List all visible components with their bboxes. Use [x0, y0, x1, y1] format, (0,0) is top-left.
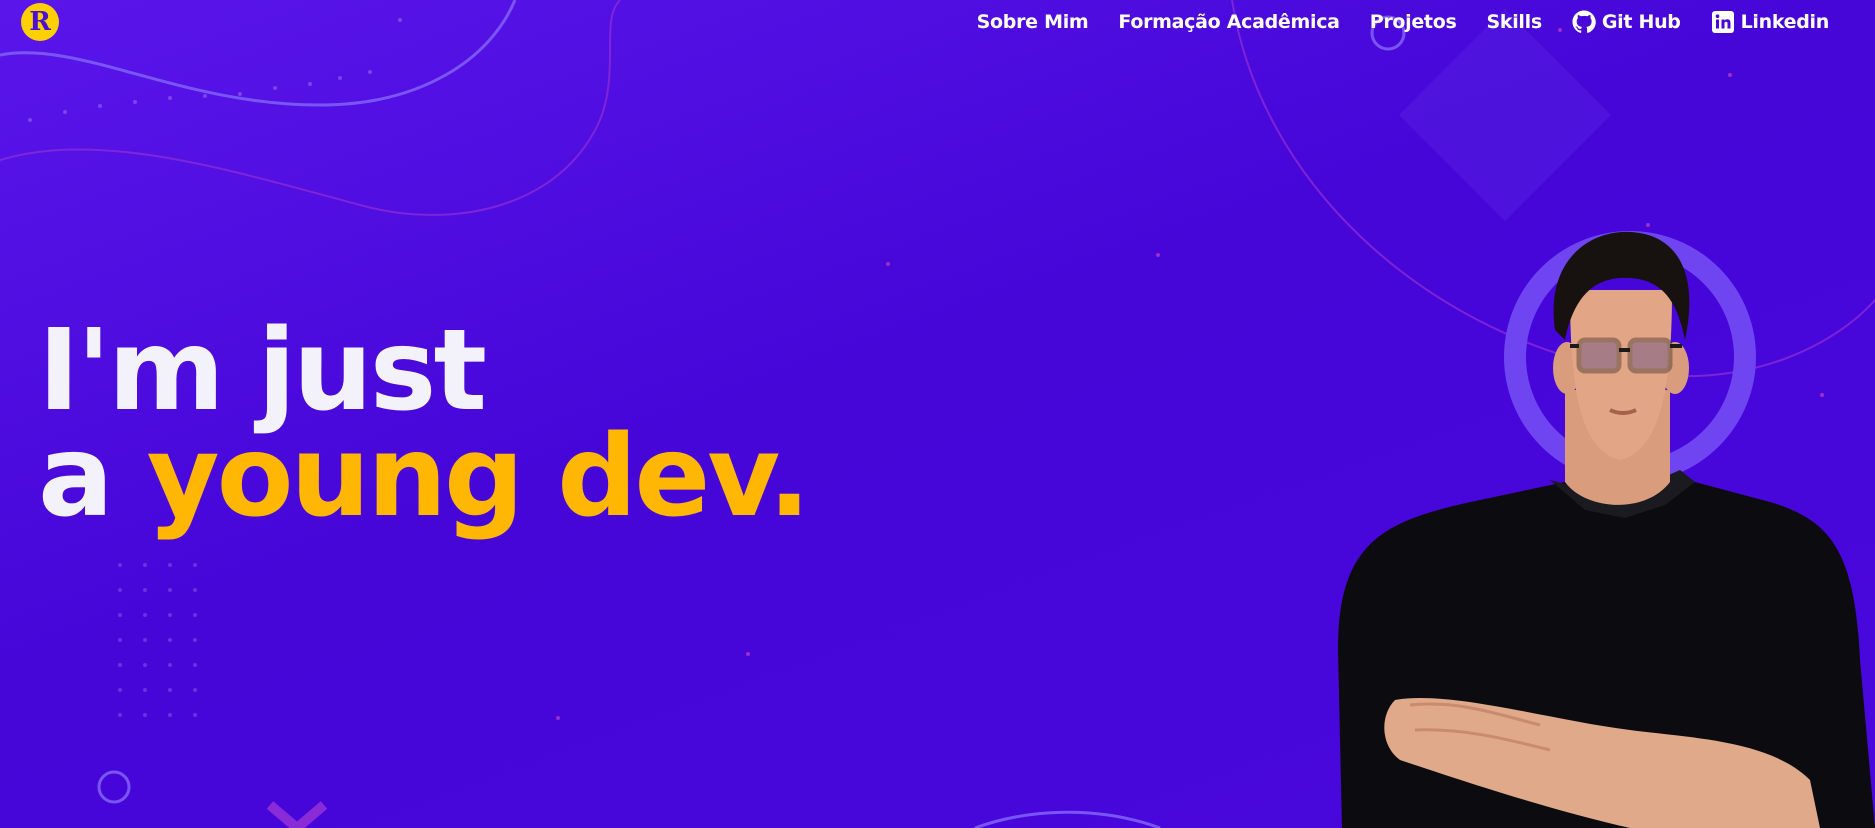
- github-icon: [1572, 10, 1596, 33]
- profile-photo: [1338, 231, 1875, 828]
- nav-link-formacao-academica[interactable]: Formação Acadêmica: [1118, 11, 1340, 33]
- site-logo[interactable]: R: [21, 3, 59, 41]
- nav-label: Sobre Mim: [976, 11, 1089, 33]
- hero-highlight: young dev.: [146, 412, 811, 542]
- nav-link-skills[interactable]: Skills: [1486, 11, 1542, 33]
- nav-link-sobre-mim[interactable]: Sobre Mim: [977, 11, 1089, 33]
- nav-label: Projetos: [1369, 11, 1457, 33]
- nav-label: Skills: [1486, 11, 1542, 33]
- nav-label: Formação Acadêmica: [1118, 11, 1340, 33]
- linkedin-icon: [1711, 11, 1734, 33]
- nav-label: Git Hub: [1601, 11, 1681, 33]
- hero-line-2: a young dev.: [38, 421, 811, 533]
- nav-link-linkedin[interactable]: Linkedin: [1711, 10, 1829, 34]
- nav-link-github[interactable]: Git Hub: [1572, 10, 1681, 34]
- nav-link-projetos[interactable]: Projetos: [1370, 11, 1457, 33]
- main-nav: Sobre Mim Formação Acadêmica Projetos Sk…: [977, 7, 1829, 37]
- nav-label: Linkedin: [1740, 11, 1830, 33]
- hero-headline: I'm just a young dev.: [38, 315, 811, 533]
- logo-letter: R: [29, 7, 51, 37]
- hero-prefix: a: [38, 412, 114, 542]
